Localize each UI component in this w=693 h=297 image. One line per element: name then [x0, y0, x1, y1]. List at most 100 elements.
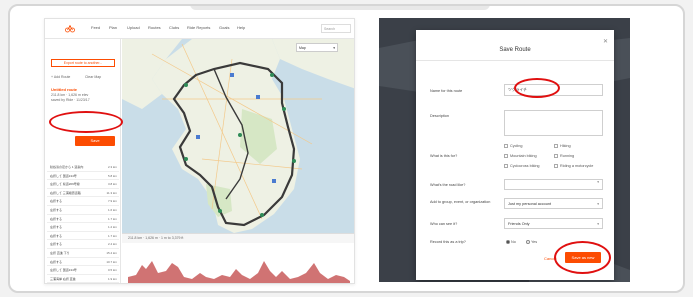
cue-text: 右折して 三浦縦貫道路: [50, 190, 81, 195]
visibility-label: Who can see it?: [430, 222, 458, 226]
cue-distance: 2.3 km: [107, 165, 117, 169]
group-select[interactable]: Just my personal account ▾: [504, 198, 603, 209]
save-button[interactable]: Save: [75, 136, 115, 146]
cue-text: 右折する: [50, 216, 63, 221]
cue-distance: 2.4 km: [107, 242, 117, 247]
nav-feed[interactable]: Feed: [91, 25, 100, 30]
cue-text: 右折する: [50, 233, 63, 238]
cue-distance: 1.6 km: [107, 207, 117, 212]
cue-text: 右折して 国道134号: [50, 173, 77, 178]
cue-distance: 15.4 km: [106, 250, 117, 255]
record-trip-yes[interactable]: Yes: [526, 240, 537, 244]
map-view[interactable]: Map ▾: [122, 39, 355, 233]
elevation-chart[interactable]: [122, 243, 355, 284]
cue-row[interactable]: 左折する 1.2 km: [47, 223, 119, 232]
road-label: What's the road like?: [430, 183, 466, 187]
route-stats: 211.8 km · 1,626 m elev: [51, 93, 89, 97]
cue-text: 左折して 国道134号: [50, 268, 77, 273]
nav-ride-reports[interactable]: Ride Reports: [187, 25, 210, 30]
cue-text: 左折して 県道209号線: [50, 182, 80, 187]
chevron-down-icon: ▾: [597, 222, 599, 226]
chevron-down-icon: ▾: [597, 202, 599, 206]
nav-upload[interactable]: Upload: [127, 25, 140, 30]
cue-row[interactable]: 右折する 1.7 km: [47, 215, 119, 224]
cue-row[interactable]: 左折 直進 下り 15.4 km: [47, 249, 119, 258]
save-highlight-annotation: [49, 111, 123, 133]
nav-plan[interactable]: Plan: [109, 25, 117, 30]
description-label: Description: [430, 114, 449, 118]
map-canvas[interactable]: [122, 39, 355, 233]
cue-distance: 1.7 km: [107, 216, 117, 221]
top-strip: [190, 6, 490, 10]
cue-sheet: 秋谷浜の足から 1 道案内 2.3 km 右折して 国道134号 5.8 km 左折して…: [47, 163, 119, 284]
save-highlight-annotation: [554, 241, 611, 274]
map-type-toggle[interactable]: Map ▾: [296, 43, 338, 52]
add-route-link[interactable]: + Add Route: [51, 75, 70, 79]
cue-row[interactable]: 右折する 1.7 km: [47, 232, 119, 241]
cue-distance: 3.8 km: [107, 182, 117, 187]
cue-row[interactable]: 三浦海岸 右折 直進 1.9 km: [47, 275, 119, 283]
cue-distance: 1.7 km: [107, 233, 117, 238]
option-cycling[interactable]: Cycling: [504, 144, 522, 148]
save-route-screenshot: ✕ Save Route Name for this route ツクライチ D…: [379, 18, 630, 282]
cue-row[interactable]: 右折する4.0 km: [47, 283, 119, 284]
option-hiking[interactable]: Hiking: [554, 144, 571, 148]
cue-text: 左折する: [50, 242, 63, 247]
description-field[interactable]: [504, 110, 603, 136]
cue-row[interactable]: 右折して 国道134号 5.8 km: [47, 172, 119, 181]
record-trip-label: Record this as a trip?: [430, 240, 466, 244]
cue-distance: 7.9 km: [107, 199, 117, 204]
divider: [416, 60, 614, 61]
cue-distance: 11.3 km: [106, 190, 117, 195]
cue-row[interactable]: 左折する 2.4 km: [47, 240, 119, 249]
name-highlight-annotation: [514, 78, 560, 98]
option-mountain-biking[interactable]: Mountain biking: [504, 154, 537, 158]
cue-distance: 1.2 km: [107, 225, 117, 230]
record-trip-no[interactable]: No: [506, 240, 516, 244]
purpose-label: What is this for?: [430, 154, 458, 158]
option-running[interactable]: Running: [554, 154, 574, 158]
name-label: Name for this route: [430, 89, 463, 93]
cycling-logo-icon[interactable]: [65, 23, 75, 33]
chevron-down-icon: ▾: [597, 180, 599, 184]
cue-row[interactable]: 秋谷浜の足から 1 道案内 2.3 km: [47, 163, 119, 172]
close-icon[interactable]: ✕: [603, 38, 608, 45]
map-mode-label: Map: [299, 45, 306, 50]
nav-goals[interactable]: Goals: [219, 25, 229, 30]
export-route-button[interactable]: Export route to another...: [51, 59, 115, 67]
cue-row[interactable]: 右折する 10.7 km: [47, 258, 119, 267]
cue-distance: 0.5 km: [107, 268, 117, 273]
cue-text: 左折する: [50, 207, 63, 212]
elevation-panel[interactable]: 211.8 km · 1,626 m · 1 m to 3,379 ft: [122, 233, 355, 284]
clear-map-link[interactable]: Clear Map: [85, 75, 101, 79]
cue-row[interactable]: 右折する 7.9 km: [47, 197, 119, 206]
visibility-value: Friends Only: [508, 222, 530, 226]
cue-text: 右折する: [50, 199, 63, 204]
nav-routes[interactable]: Routes: [148, 25, 161, 30]
cue-row[interactable]: 左折して 県道209号線 3.8 km: [47, 180, 119, 189]
cue-text: 右折する: [50, 259, 63, 264]
cue-distance: 5.8 km: [107, 173, 117, 178]
save-route-dialog: ✕ Save Route Name for this route ツクライチ D…: [416, 30, 614, 280]
road-select[interactable]: ▾: [504, 179, 603, 190]
cue-text: 左折 直進 下り: [50, 250, 70, 255]
top-nav: Feed Plan Upload Routes Clubs Ride Repor…: [45, 19, 354, 39]
visibility-select[interactable]: Friends Only ▾: [504, 218, 603, 229]
frame: Feed Plan Upload Routes Clubs Ride Repor…: [8, 4, 685, 293]
elevation-header: 211.8 km · 1,626 m · 1 m to 3,379 ft: [122, 234, 354, 243]
cue-row[interactable]: 左折する 1.6 km: [47, 206, 119, 215]
cue-row[interactable]: 左折して 国道134号 0.5 km: [47, 266, 119, 275]
search-input[interactable]: Search: [321, 24, 351, 33]
option-cyclocross[interactable]: Cyclocross biking: [504, 164, 540, 168]
cue-row[interactable]: 右折して 三浦縦貫道路 11.3 km: [47, 189, 119, 198]
elevation-profile: [128, 261, 350, 283]
cue-distance: 1.9 km: [107, 276, 117, 281]
route-planner-screenshot: Feed Plan Upload Routes Clubs Ride Repor…: [44, 18, 355, 284]
route-name: Untitled route: [51, 87, 77, 92]
nav-help[interactable]: Help: [237, 25, 245, 30]
group-value: Just my personal account: [508, 202, 552, 206]
nav-clubs[interactable]: Clubs: [169, 25, 179, 30]
option-motorcycle[interactable]: Riding a motorcycle: [554, 164, 593, 168]
cue-text: 左折する: [50, 225, 63, 230]
search-placeholder: Search: [324, 27, 336, 31]
